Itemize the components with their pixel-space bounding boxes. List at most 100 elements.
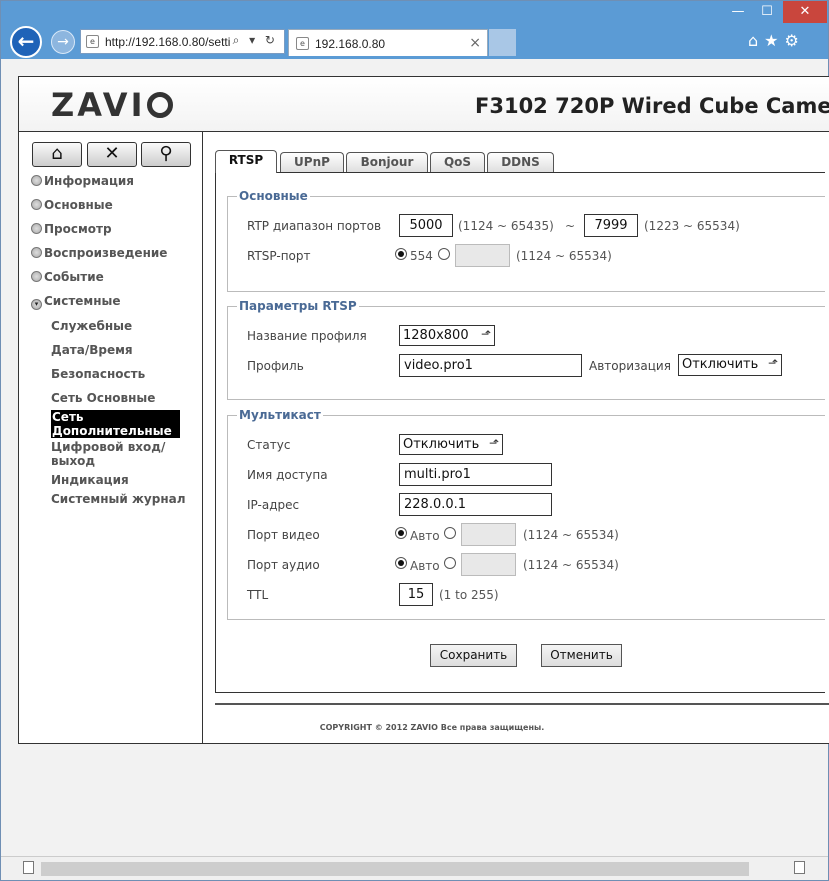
save-button[interactable]: Сохранить (430, 644, 517, 667)
audio-port-range: (1124 ~ 65534) (523, 558, 619, 572)
sidebar: ⌂ ✕ ⚲ Информация Основные Просмотр Воспр… (19, 132, 203, 744)
audio-auto-label: Авто (410, 559, 440, 573)
dropdown-arrow-icon: ⬏ (480, 327, 491, 341)
address-text[interactable]: http://192.168.0.80/setti (105, 35, 230, 49)
video-port-range: (1124 ~ 65534) (523, 528, 619, 542)
auth-select[interactable]: Отключить ⬏ (678, 354, 782, 376)
sidebar-item-label: Событие (44, 270, 104, 284)
copyright-text: COPYRIGHT © 2012 ZAVIO Все права защищен… (319, 723, 545, 732)
rtsp-port-range: (1124 ~ 65534) (516, 249, 612, 263)
camera-web-ui: ZAVI F3102 720P Wired Cube Came ⌂ ✕ ⚲ Ин… (18, 76, 829, 744)
ttl-label: TTL (247, 588, 269, 602)
multicast-legend: Мультикаст (237, 408, 323, 422)
multicast-status-select[interactable]: Отключить ⬏ (399, 434, 503, 455)
sidebar-item-basic[interactable]: Основные (31, 198, 113, 214)
sidebar-item-view[interactable]: Просмотр (31, 222, 112, 238)
close-icon[interactable]: ✕ (783, 1, 827, 23)
video-custom-radio[interactable] (444, 527, 456, 539)
tools-button[interactable]: ✕ (87, 142, 137, 167)
sidebar-item-info[interactable]: Информация (31, 174, 134, 190)
rtsp-custom-input[interactable] (455, 244, 510, 267)
scrollbar-thumb[interactable] (41, 862, 749, 876)
sidebar-item-playback[interactable]: Воспроизведение (31, 246, 167, 262)
rtsp-port-label: RTSP-порт (247, 249, 311, 263)
sidebar-subitem-system-log[interactable]: Системный журнал (51, 492, 186, 506)
tab-bonjour[interactable]: Bonjour (346, 152, 428, 173)
horizontal-scrollbar[interactable] (1, 856, 828, 880)
toolbar-icons[interactable]: ⌂★⚙ (748, 31, 805, 50)
ttl-range: (1 to 255) (439, 588, 499, 602)
sidebar-subitem-maintenance[interactable]: Служебные (51, 319, 132, 333)
audio-auto-radio[interactable] (395, 557, 407, 569)
sidebar-item-label: Просмотр (44, 222, 112, 236)
sidebar-item-label: Информация (44, 174, 134, 188)
tab-upnp[interactable]: UPnP (280, 152, 344, 173)
ip-address-input[interactable]: 228.0.0.1 (399, 493, 552, 516)
forward-button[interactable]: → (51, 30, 75, 54)
footer-divider (215, 703, 829, 705)
scroll-left-icon[interactable] (23, 861, 34, 874)
ttl-input[interactable]: 15 (399, 583, 433, 606)
tab-rtsp[interactable]: RTSP (215, 150, 277, 173)
sidebar-subitem-network-basic[interactable]: Сеть Основные (51, 391, 155, 405)
rtp-start-input[interactable]: 5000 (399, 214, 453, 237)
multicast-status-value: Отключить (403, 437, 480, 452)
bullet-icon (31, 223, 42, 234)
tab-ddns[interactable]: DDNS (487, 152, 554, 173)
back-button[interactable]: ← (10, 26, 42, 58)
address-bar[interactable]: e http://192.168.0.80/setti ⌕ ▾ ↻ (80, 29, 285, 54)
sidebar-subitem-digital-io[interactable]: Цифровой вход/выход (51, 440, 201, 468)
tab-qos[interactable]: QoS (430, 152, 485, 173)
profile-input[interactable]: video.pro1 (399, 354, 582, 377)
auth-value: Отключить (682, 357, 759, 372)
basic-legend: Основные (237, 189, 310, 203)
sidebar-subitem-network-advanced[interactable]: Сеть Дополнительные (51, 410, 180, 438)
page-viewport: ZAVI F3102 720P Wired Cube Came ⌂ ✕ ⚲ Ин… (1, 59, 829, 856)
video-auto-radio[interactable] (395, 527, 407, 539)
multicast-status-label: Статус (247, 438, 291, 452)
auth-label: Авторизация (589, 359, 671, 373)
sidebar-item-system[interactable]: ▾ Системные (31, 294, 121, 310)
maximize-icon[interactable]: ☐ (753, 1, 781, 23)
profile-name-label: Название профиля (247, 329, 367, 343)
audio-port-input[interactable] (461, 553, 516, 576)
main-content: RTSP UPnP Bonjour QoS DDNS Основные RTP … (215, 150, 829, 695)
sidebar-subitem-datetime[interactable]: Дата/Время (51, 343, 133, 357)
page-icon: e (86, 35, 99, 48)
sidebar-item-event[interactable]: Событие (31, 270, 104, 286)
home-button[interactable]: ⌂ (32, 142, 82, 167)
video-port-input[interactable] (461, 523, 516, 546)
rtsp-params-legend: Параметры RTSP (237, 299, 359, 313)
profile-name-select[interactable]: 1280x800 ⬏ (399, 325, 495, 346)
new-tab-button[interactable] (489, 29, 516, 56)
tab-close-icon[interactable]: × (469, 35, 481, 51)
address-actions[interactable]: ⌕ ▾ ↻ (233, 33, 278, 48)
cancel-button[interactable]: Отменить (541, 644, 622, 667)
bullet-icon (31, 199, 42, 210)
zavio-logo: ZAVI (51, 86, 174, 124)
tools-icon: ✕ (104, 143, 120, 164)
page-header: ZAVI F3102 720P Wired Cube Came (19, 77, 829, 132)
sidebar-subitem-security[interactable]: Безопасность (51, 367, 145, 381)
audio-custom-radio[interactable] (444, 557, 456, 569)
scroll-right-icon[interactable] (794, 861, 805, 874)
sidebar-item-label: Основные (44, 198, 113, 212)
browser-nav-bar: ← → e http://192.168.0.80/setti ⌕ ▾ ↻ e … (1, 23, 828, 59)
browser-tab[interactable]: e 192.168.0.80 × (288, 29, 488, 56)
rtp-start-range: (1124 ~ 65435) (458, 219, 554, 233)
rtp-end-input[interactable]: 7999 (584, 214, 638, 237)
minimize-icon[interactable]: — (724, 1, 752, 23)
logo-text: ZAVI (51, 86, 146, 124)
bullet-icon (31, 247, 42, 258)
sidebar-subitem-indication[interactable]: Индикация (51, 473, 129, 487)
search-button[interactable]: ⚲ (141, 142, 191, 167)
rtsp-custom-radio[interactable] (438, 248, 450, 260)
browser-window: — ☐ ✕ ← → e http://192.168.0.80/setti ⌕ … (0, 0, 829, 881)
video-port-label: Порт видео (247, 528, 320, 542)
dropdown-arrow-icon: ⬏ (488, 436, 499, 450)
range-separator: ~ (565, 219, 576, 233)
access-name-input[interactable]: multi.pro1 (399, 463, 552, 486)
bullet-icon (31, 271, 42, 282)
logo-o-mark (147, 92, 174, 118)
rtsp-default-radio[interactable] (395, 248, 407, 260)
